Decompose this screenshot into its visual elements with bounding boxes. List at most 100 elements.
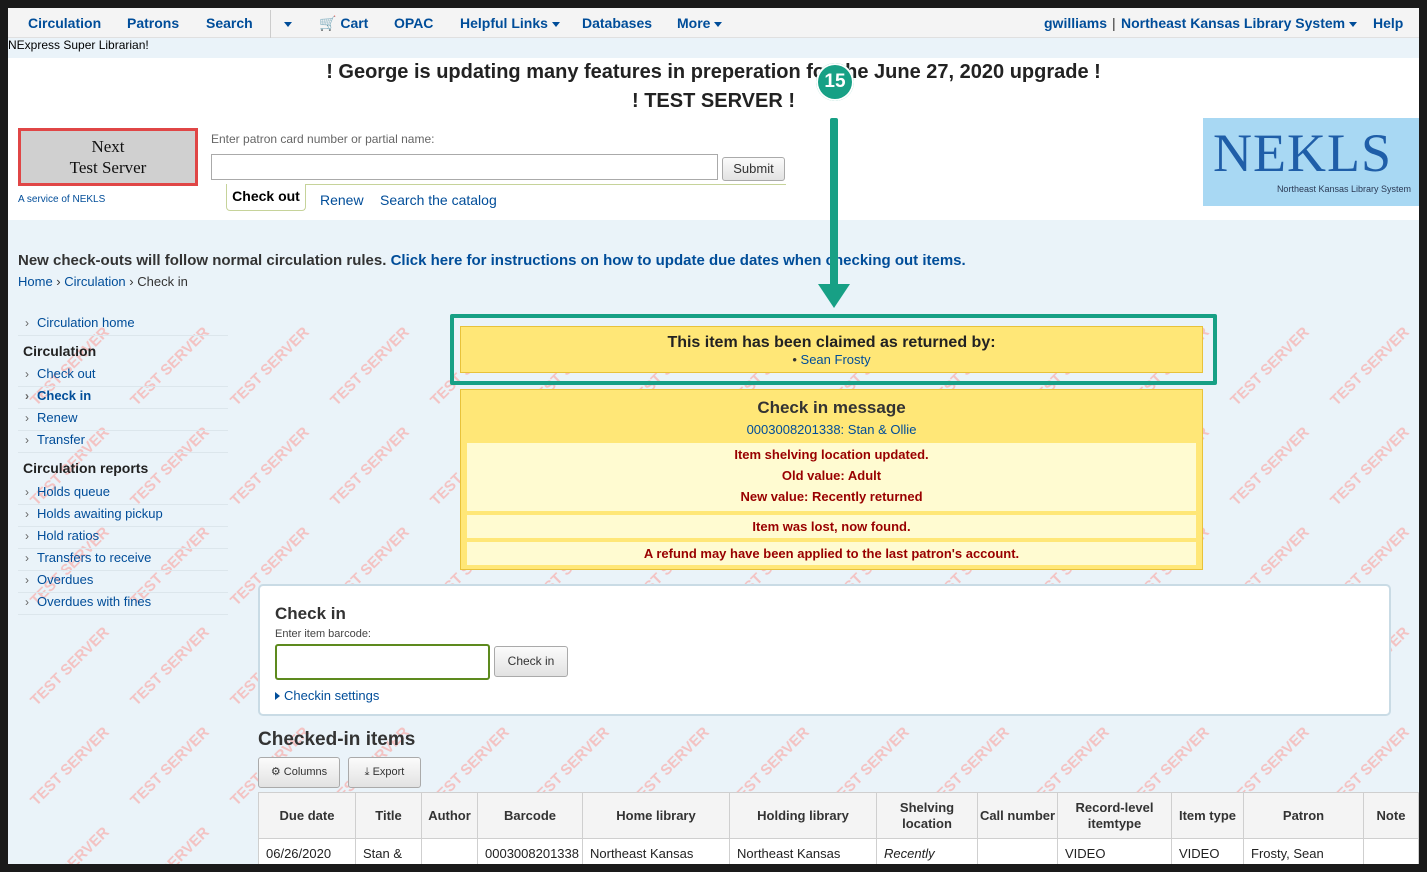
column-header-patron[interactable]: Patron — [1243, 792, 1364, 839]
sidebar-item-hold-ratios[interactable]: Hold ratios — [18, 527, 228, 549]
watermark-text: TEST SERVER — [27, 824, 113, 864]
breadcrumb-circulation[interactable]: Circulation — [64, 274, 125, 289]
header-banner: ! George is updating many features in pr… — [8, 58, 1419, 220]
next-test-server-logo[interactable]: Next Test Server — [18, 128, 198, 186]
checkin-button[interactable]: Check in — [494, 646, 568, 677]
nav-more[interactable]: More — [677, 15, 723, 31]
shelving-location-message: Item shelving location updated. Old valu… — [467, 443, 1196, 511]
notice-instructions-link[interactable]: Click here for instructions on how to up… — [391, 252, 966, 269]
annotation-highlight-box — [450, 314, 1217, 385]
column-header-note[interactable]: Note — [1363, 792, 1419, 839]
new-value-text: New value: Recently returned — [740, 489, 923, 504]
checkin-settings-toggle[interactable]: Checkin settings — [275, 688, 379, 703]
sidebar-item-holds-queue[interactable]: Holds queue — [18, 483, 228, 505]
nav-search[interactable]: Search — [206, 15, 253, 31]
user-separator: | — [1112, 15, 1116, 31]
gear-icon: ⚙ — [270, 766, 281, 778]
arrow-down-icon — [818, 284, 850, 308]
service-of-nekls-link[interactable]: A service of NEKLS — [18, 194, 105, 205]
watermark-text: TEST SERVER — [27, 723, 113, 810]
user-menu[interactable]: gwilliams — [1044, 15, 1107, 31]
cell-barcode-link[interactable]: 0003008201338 — [477, 838, 583, 864]
checkin-panel: Check in Enter item barcode: Check in Ch… — [258, 584, 1391, 716]
shelving-updated-text: Item shelving location updated. — [734, 447, 929, 462]
sidebar-item-transfers-to-receive[interactable]: Transfers to receive — [18, 549, 228, 571]
nav-databases[interactable]: Databases — [582, 15, 652, 31]
announcement-line-1: ! George is updating many features in pr… — [326, 61, 1101, 83]
nekls-logo-subtitle: Northeast Kansas Library System — [1276, 184, 1411, 194]
annotation-step-badge: 15 — [816, 63, 854, 101]
cell-author — [421, 838, 478, 864]
column-header-due-date[interactable]: Due date — [258, 792, 356, 839]
checkin-message-title: Check in message — [757, 398, 906, 417]
cell-patron-link[interactable]: Frosty, Sean — [1243, 838, 1364, 864]
branch-menu[interactable]: Northeast Kansas Library System — [1121, 15, 1358, 31]
barcode-label: Enter item barcode: — [275, 628, 371, 640]
sidebar-item-check-in[interactable]: Check in — [18, 387, 228, 409]
tab-renew[interactable]: Renew — [320, 192, 364, 208]
cell-shelving-location: Recently — [876, 838, 978, 864]
tab-check-out[interactable]: Check out — [226, 184, 306, 211]
cell-item-type: VIDEO — [1171, 838, 1244, 864]
cell-title-link[interactable]: Stan & — [355, 838, 422, 864]
sidebar-item-overdues[interactable]: Overdues — [18, 571, 228, 593]
nekls-logo[interactable]: NEKLS Northeast Kansas Library System — [1203, 118, 1419, 206]
barcode-input[interactable] — [275, 644, 490, 680]
column-header-barcode[interactable]: Barcode — [477, 792, 583, 839]
column-header-item-type[interactable]: Item type — [1171, 792, 1244, 839]
column-header-holding-library[interactable]: Holding library — [729, 792, 877, 839]
sidebar-item-transfer[interactable]: Transfer — [18, 431, 228, 453]
lost-found-message: Item was lost, now found. — [467, 515, 1196, 538]
patron-search-input[interactable] — [211, 154, 718, 180]
chevron-down-icon — [1349, 21, 1358, 27]
nav-helpful-links-label: Helpful Links — [460, 15, 548, 31]
export-button-label: Export — [372, 766, 405, 778]
sidebar-heading-circulation-reports: Circulation reports — [23, 460, 149, 476]
patron-submit-button[interactable]: Submit — [722, 157, 785, 181]
notice-text: New check-outs will follow normal circul… — [18, 252, 387, 269]
sidebar-item-renew[interactable]: Renew — [18, 409, 228, 431]
branch-label: Northeast Kansas Library System — [1121, 15, 1346, 31]
chevron-down-icon — [714, 21, 723, 27]
column-header-shelving-location[interactable]: Shelving location — [876, 792, 978, 839]
watermark-text: TEST SERVER — [1227, 323, 1313, 410]
watermark-text: TEST SERVER — [27, 623, 113, 710]
column-header-call-number[interactable]: Call number — [977, 792, 1058, 839]
breadcrumb-current: Check in — [137, 274, 188, 289]
cell-holding-library: Northeast Kansas — [729, 838, 877, 864]
breadcrumb: Home › Circulation › Check in — [18, 274, 188, 289]
checkin-message-item-link[interactable]: 0003008201338: Stan & Ollie — [461, 422, 1202, 437]
column-header-home-library[interactable]: Home library — [582, 792, 730, 839]
column-header-author[interactable]: Author — [421, 792, 478, 839]
sidebar-item-overdues-with-fines[interactable]: Overdues with fines — [18, 593, 228, 615]
nav-circulation[interactable]: Circulation — [28, 15, 101, 31]
nav-helpful-links[interactable]: Helpful Links — [460, 15, 560, 31]
table-header-row: Due date Title Author Barcode Home libra… — [258, 792, 1419, 839]
download-icon: ⤓ — [364, 766, 370, 778]
koha-window: Circulation Patrons Search 🛒 Cart OPAC H… — [8, 8, 1419, 864]
breadcrumb-home[interactable]: Home — [18, 274, 53, 289]
chevron-down-icon — [551, 21, 560, 27]
checked-in-items-title: Checked-in items — [258, 729, 416, 750]
column-header-title[interactable]: Title — [355, 792, 422, 839]
nav-opac[interactable]: OPAC — [394, 15, 433, 31]
checkin-settings-label: Checkin settings — [284, 688, 380, 703]
tab-search-catalog[interactable]: Search the catalog — [380, 192, 497, 208]
column-header-record-itemtype[interactable]: Record-level itemtype — [1057, 792, 1172, 839]
columns-button[interactable]: ⚙ Columns — [258, 757, 340, 788]
watermark-text: TEST SERVER — [227, 423, 313, 510]
help-link[interactable]: Help — [1373, 15, 1403, 31]
nav-patrons[interactable]: Patrons — [127, 15, 179, 31]
checked-in-items-table: Due date Title Author Barcode Home libra… — [258, 792, 1419, 864]
sidebar-item-check-out[interactable]: Check out — [18, 365, 228, 387]
nav-cart-label: Cart — [340, 15, 369, 31]
export-button[interactable]: ⤓ Export — [348, 757, 421, 788]
search-dropdown-toggle[interactable] — [280, 15, 292, 31]
nekls-logo-title: NEKLS — [1213, 123, 1392, 183]
sidebar-item-holds-awaiting-pickup[interactable]: Holds awaiting pickup — [18, 505, 228, 527]
tabs-divider — [226, 184, 786, 185]
nav-cart[interactable]: 🛒 Cart — [319, 15, 368, 32]
patron-search-label: Enter patron card number or partial name… — [211, 132, 435, 146]
sidebar-item-circulation-home[interactable]: Circulation home — [18, 314, 228, 336]
watermark-text: TEST SERVER — [1227, 423, 1313, 510]
